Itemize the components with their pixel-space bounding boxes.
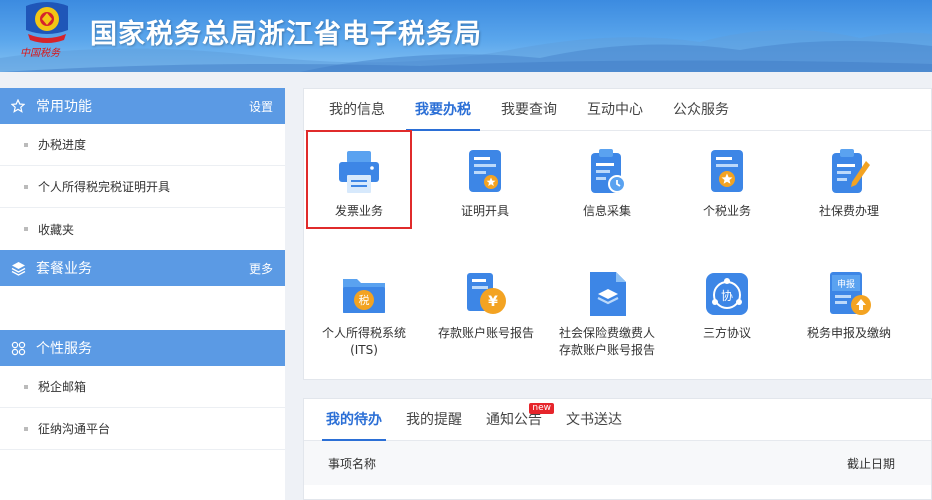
- settings-link[interactable]: 设置: [249, 98, 273, 115]
- service-declaration-payment[interactable]: 申报 税务申报及缴纳: [784, 269, 914, 342]
- site-title: 国家税务总局浙江省电子税务局: [90, 19, 482, 50]
- printer-icon: [339, 151, 379, 193]
- tab-my-info[interactable]: 我的信息: [314, 89, 400, 130]
- sidebar-head-title: 常用功能: [36, 99, 92, 115]
- tab-query[interactable]: 我要查询: [486, 89, 572, 130]
- tab-notice[interactable]: 通知公告 new: [474, 399, 554, 440]
- svg-text:申报: 申报: [837, 278, 855, 290]
- service-invoice[interactable]: 发票业务: [294, 147, 424, 220]
- tab-label: 通知公告: [486, 412, 542, 428]
- clipboard-edit-icon: [832, 149, 870, 193]
- new-badge: new: [529, 403, 554, 414]
- svg-text:税: 税: [359, 293, 370, 307]
- bullet: [24, 142, 28, 147]
- sidebar-head-package: 套餐业务 更多: [0, 250, 285, 286]
- sidebar-item-label: 税企邮箱: [38, 380, 87, 394]
- svg-text:¥: ¥: [488, 294, 498, 310]
- service-label: 发票业务: [334, 204, 383, 218]
- table-header: 事项名称 截止日期: [304, 441, 931, 485]
- sidebar-item-favorites[interactable]: 收藏夹: [0, 208, 285, 250]
- agreement-icon: 协: [706, 273, 748, 315]
- service-label-line1: 个人所得税系统: [321, 326, 406, 340]
- service-label: 税务申报及缴纳: [806, 326, 891, 340]
- service-info-collection[interactable]: 信息采集: [542, 147, 672, 220]
- declaration-upload-icon: 申报: [830, 272, 871, 315]
- layers-icon: [10, 260, 26, 276]
- emblem-caption: 中国税务: [20, 48, 60, 59]
- stack-file-icon: [590, 272, 626, 316]
- service-label: 证明开具: [460, 204, 509, 218]
- grid-icon: [10, 340, 26, 356]
- service-its[interactable]: 税 个人所得税系统 (ITS): [299, 269, 429, 359]
- service-label: 三方协议: [702, 326, 751, 340]
- service-deposit-account[interactable]: ¥ 存款账户账号报告: [421, 269, 551, 342]
- service-personal-tax[interactable]: 个税业务: [662, 147, 792, 220]
- tab-interaction[interactable]: 互动中心: [572, 89, 658, 130]
- service-tripartite-agreement[interactable]: 协 三方协议: [662, 269, 792, 342]
- service-label-line1: 社会保险费缴费人: [558, 326, 655, 340]
- tab-public-service[interactable]: 公众服务: [658, 89, 744, 130]
- bullet: [24, 426, 28, 431]
- service-label-line2: (ITS): [350, 343, 378, 357]
- certificate-icon: [469, 150, 501, 192]
- sidebar-item-label: 个人所得税完税证明开具: [38, 180, 171, 194]
- bullet: [24, 184, 28, 189]
- folder-tax-icon: 税: [343, 279, 385, 313]
- sidebar-item-label: 办税进度: [38, 138, 87, 152]
- tab-do-tax[interactable]: 我要办税: [400, 89, 486, 131]
- column-header-name: 事项名称: [328, 456, 377, 471]
- yuan-coin-icon: ¥: [467, 273, 506, 314]
- service-social-insurance-account[interactable]: 社会保险费缴费人 存款账户账号报告: [542, 269, 672, 359]
- service-label-line2: 存款账户账号报告: [558, 343, 655, 357]
- more-link[interactable]: 更多: [249, 260, 273, 277]
- sidebar-item-progress[interactable]: 办税进度: [0, 124, 285, 166]
- sidebar-head-title: 个性服务: [36, 341, 92, 357]
- site-header: 中国税务 国家税务总局浙江省电子税务局: [0, 0, 932, 72]
- bullet: [24, 384, 28, 389]
- tab-document-delivery[interactable]: 文书送达: [554, 399, 634, 440]
- service-label: 个税业务: [702, 204, 751, 218]
- todo-panel: 我的待办 我的提醒 通知公告 new 文书送达 事项名称 截止日期: [303, 398, 932, 500]
- column-header-deadline: 截止日期: [846, 456, 895, 471]
- sidebar-head-personal: 个性服务: [0, 330, 285, 366]
- service-label: 社保费办理: [818, 204, 879, 218]
- clipboard-icon: [591, 149, 626, 193]
- package-empty-area: [0, 286, 285, 330]
- service-grid: 发票业务 证明开具 信息采集 个税业务 社保费办理 税 个人所得税系统 (ITS…: [304, 130, 931, 381]
- bullet: [24, 227, 28, 231]
- sidebar-item-communication[interactable]: 征纳沟通平台: [0, 408, 285, 450]
- tab-my-reminder[interactable]: 我的提醒: [394, 399, 474, 440]
- document-star-icon: [711, 150, 743, 192]
- sidebar-head-common: 常用功能 设置: [0, 88, 285, 124]
- service-certificate[interactable]: 证明开具: [420, 147, 550, 220]
- service-label: 存款账户账号报告: [437, 326, 534, 340]
- main-tabs: 我的信息 我要办税 我要查询 互动中心 公众服务: [304, 89, 931, 131]
- sidebar-item-tax-certificate[interactable]: 个人所得税完税证明开具: [0, 166, 285, 208]
- sidebar-item-mailbox[interactable]: 税企邮箱: [0, 366, 285, 408]
- service-social-security[interactable]: 社保费办理: [784, 147, 914, 220]
- sidebar-item-label: 征纳沟通平台: [38, 422, 111, 436]
- service-label: 信息采集: [582, 204, 631, 218]
- tab-my-todo[interactable]: 我的待办: [314, 399, 394, 441]
- service-panel: 我的信息 我要办税 我要查询 互动中心 公众服务 发票业务 证明开具 信息采集 …: [303, 88, 932, 380]
- svg-text:协: 协: [721, 288, 733, 303]
- todo-tabs: 我的待办 我的提醒 通知公告 new 文书送达: [304, 399, 931, 441]
- star-icon: [10, 98, 26, 114]
- sidebar-item-label: 收藏夹: [38, 222, 75, 237]
- sidebar-head-title: 套餐业务: [36, 261, 92, 277]
- sidebar: 常用功能 设置 办税进度 个人所得税完税证明开具 收藏夹 套餐业务 更多 个性服…: [0, 88, 285, 500]
